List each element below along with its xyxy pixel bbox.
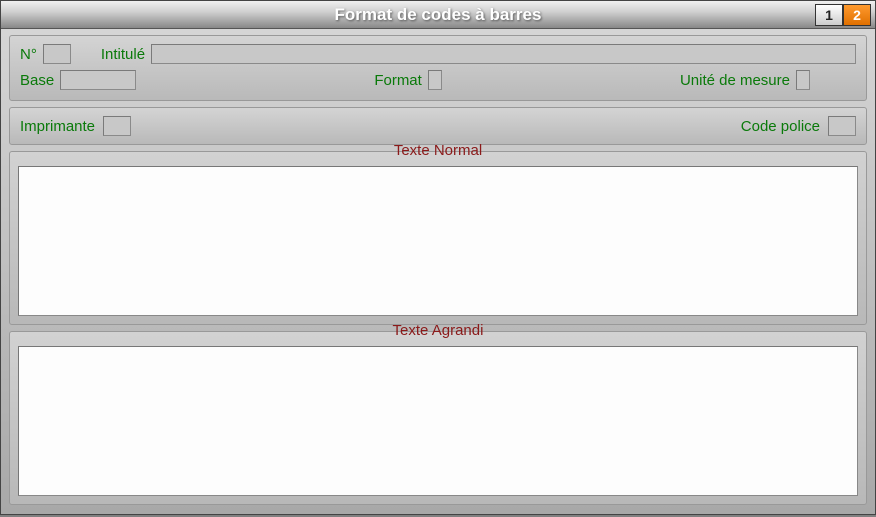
- texte-agrandi-textarea[interactable]: [18, 346, 858, 496]
- base-input[interactable]: [60, 70, 136, 90]
- codepolice-input[interactable]: [828, 116, 856, 136]
- barcode-format-window: Format de codes à barres 1 2 N° Intitulé…: [0, 0, 876, 515]
- format-input[interactable]: [428, 70, 442, 90]
- intitule-label: Intitulé: [101, 46, 145, 63]
- imprimante-label: Imprimante: [20, 118, 95, 135]
- header-form-section: N° Intitulé Base Format Unité de mesure: [9, 35, 867, 101]
- texte-normal-textarea[interactable]: [18, 166, 858, 316]
- codepolice-label: Code police: [741, 118, 820, 135]
- printer-section: Imprimante Code police: [9, 107, 867, 145]
- content-area: N° Intitulé Base Format Unité de mesure: [1, 29, 875, 517]
- titlebar: Format de codes à barres 1 2: [1, 1, 875, 29]
- format-label: Format: [374, 72, 422, 89]
- intitule-input[interactable]: [151, 44, 856, 64]
- num-label: N°: [20, 46, 37, 63]
- window-title: Format de codes à barres: [335, 5, 542, 25]
- unite-label: Unité de mesure: [680, 72, 790, 89]
- texte-agrandi-fieldset: Texte Agrandi: [9, 331, 867, 505]
- imprimante-input[interactable]: [103, 116, 131, 136]
- base-label: Base: [20, 72, 54, 89]
- texte-normal-legend: Texte Normal: [384, 142, 492, 159]
- tab-1[interactable]: 1: [815, 4, 843, 26]
- tab-2[interactable]: 2: [843, 4, 871, 26]
- tab-switcher: 1 2: [815, 4, 871, 26]
- unite-input[interactable]: [796, 70, 810, 90]
- texte-agrandi-legend: Texte Agrandi: [383, 322, 494, 339]
- num-input[interactable]: [43, 44, 71, 64]
- texte-normal-fieldset: Texte Normal: [9, 151, 867, 325]
